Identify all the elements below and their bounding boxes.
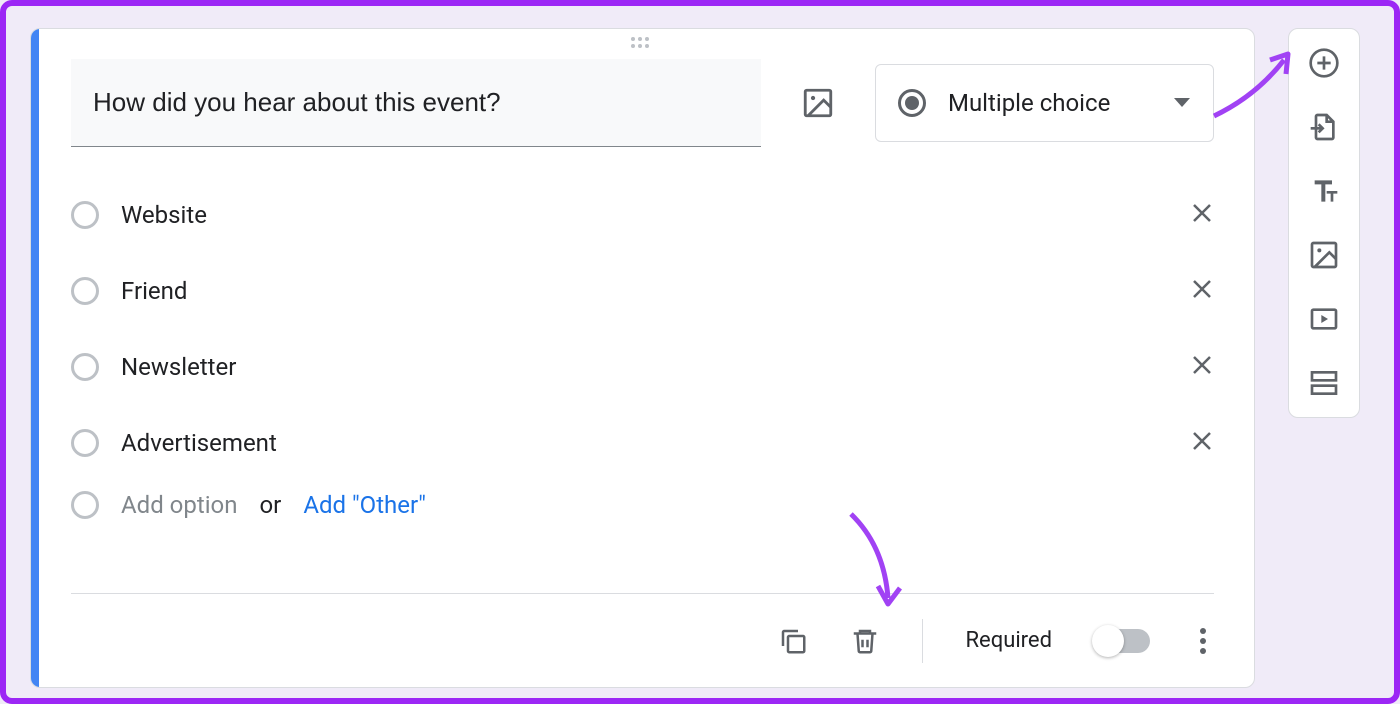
add-image-to-question-button[interactable]	[801, 86, 835, 120]
option-label-input[interactable]: Website	[121, 201, 1168, 229]
divider	[922, 619, 923, 663]
delete-button[interactable]	[850, 625, 880, 657]
image-icon	[1308, 239, 1340, 271]
card-body: Multiple choice Website Friend	[31, 29, 1254, 519]
question-type-label: Multiple choice	[948, 89, 1151, 117]
options-list: Website Friend Newsletter	[71, 187, 1214, 519]
radio-icon	[898, 89, 926, 117]
required-toggle[interactable]	[1094, 629, 1150, 653]
question-card: Multiple choice Website Friend	[30, 28, 1255, 688]
option-row: Advertisement	[71, 415, 1214, 471]
image-icon	[801, 86, 835, 120]
add-question-button[interactable]	[1308, 47, 1340, 79]
remove-option-button[interactable]	[1190, 201, 1214, 230]
question-header-row: Multiple choice	[71, 59, 1214, 147]
drag-handle-icon[interactable]	[631, 37, 655, 49]
close-icon	[1190, 201, 1214, 225]
option-row: Friend	[71, 263, 1214, 319]
question-type-dropdown[interactable]: Multiple choice	[875, 64, 1214, 142]
or-text: or	[259, 491, 281, 519]
close-icon	[1190, 353, 1214, 377]
add-section-button[interactable]	[1308, 367, 1340, 399]
close-icon	[1190, 277, 1214, 301]
selection-accent	[31, 29, 39, 687]
trash-icon	[850, 625, 880, 657]
option-row: Newsletter	[71, 339, 1214, 395]
text-icon	[1308, 175, 1340, 207]
section-icon	[1308, 367, 1340, 399]
kebab-dot-icon	[1200, 628, 1206, 634]
radio-outline-icon	[71, 491, 99, 519]
kebab-dot-icon	[1200, 638, 1206, 644]
more-options-button[interactable]	[1192, 620, 1214, 662]
required-label: Required	[965, 628, 1052, 653]
option-label-input[interactable]: Newsletter	[121, 353, 1168, 381]
add-option-row: Add option or Add "Other"	[71, 491, 1214, 519]
plus-circle-icon	[1308, 47, 1340, 79]
add-option-placeholder[interactable]: Add option	[121, 491, 237, 519]
radio-outline-icon	[71, 353, 99, 381]
duplicate-button[interactable]	[778, 626, 808, 656]
option-row: Website	[71, 187, 1214, 243]
floating-toolbar	[1288, 28, 1360, 418]
remove-option-button[interactable]	[1190, 429, 1214, 458]
remove-option-button[interactable]	[1190, 277, 1214, 306]
import-icon	[1308, 111, 1340, 143]
add-other-button[interactable]: Add "Other"	[303, 491, 426, 519]
close-icon	[1190, 429, 1214, 453]
radio-outline-icon	[71, 429, 99, 457]
question-title-input[interactable]	[71, 59, 761, 147]
import-questions-button[interactable]	[1308, 111, 1340, 143]
question-footer: Required	[71, 593, 1214, 687]
video-icon	[1308, 303, 1340, 335]
add-video-button[interactable]	[1308, 303, 1340, 335]
remove-option-button[interactable]	[1190, 353, 1214, 382]
add-image-button[interactable]	[1308, 239, 1340, 271]
add-title-button[interactable]	[1308, 175, 1340, 207]
option-label-input[interactable]: Advertisement	[121, 429, 1168, 457]
chevron-down-icon	[1173, 97, 1191, 109]
kebab-dot-icon	[1200, 648, 1206, 654]
radio-outline-icon	[71, 201, 99, 229]
copy-icon	[778, 626, 808, 656]
radio-outline-icon	[71, 277, 99, 305]
option-label-input[interactable]: Friend	[121, 277, 1168, 305]
app-frame: Multiple choice Website Friend	[0, 0, 1400, 704]
